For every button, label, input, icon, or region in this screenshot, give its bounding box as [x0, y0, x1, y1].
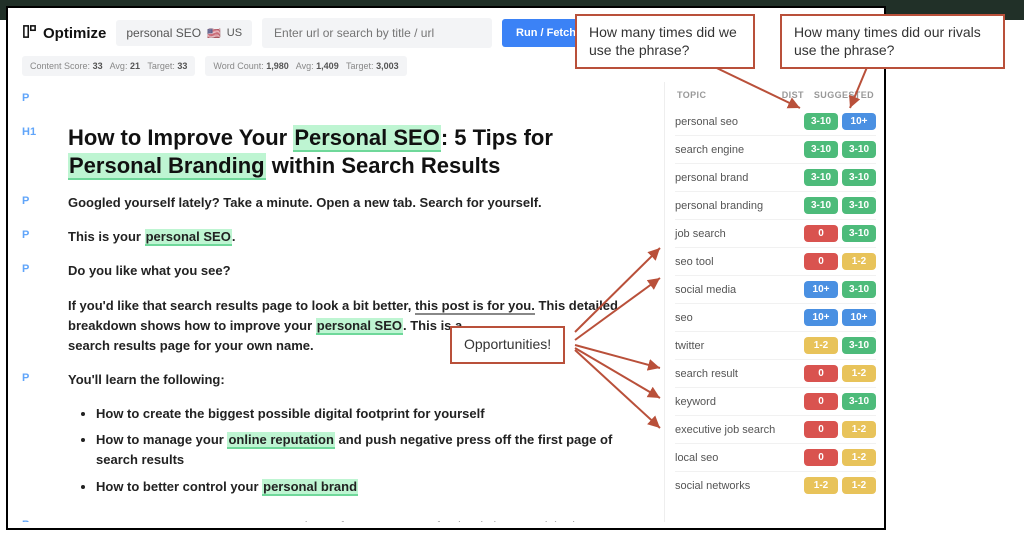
- suggested-pill: 10+: [842, 113, 876, 130]
- suggested-pill: 3-10: [842, 141, 876, 158]
- app-window: Optimize personal SEO 🇺🇸 US Run / Fetch …: [6, 6, 886, 530]
- topic-name: search engine: [675, 144, 800, 156]
- topic-row[interactable]: seo 10+10+: [675, 303, 876, 331]
- content-score-chip: Content Score: 33 Avg: 21 Target: 33: [22, 56, 195, 76]
- suggested-pill: 3-10: [842, 337, 876, 354]
- topic-name: keyword: [675, 396, 800, 408]
- stage: Optimize personal SEO 🇺🇸 US Run / Fetch …: [0, 0, 1024, 536]
- app-title-text: Optimize: [43, 25, 106, 42]
- topic-row[interactable]: social media 10+3-10: [675, 275, 876, 303]
- dist-pill: 0: [804, 365, 838, 382]
- dist-pill: 3-10: [804, 169, 838, 186]
- dist-pill: 0: [804, 421, 838, 438]
- topic-name: search result: [675, 368, 800, 380]
- list-item: How to manage your online reputation and…: [96, 430, 646, 470]
- suggested-pill: 1-2: [842, 253, 876, 270]
- main-area: P H1 How to Improve Your Personal SEO: 5…: [8, 82, 884, 522]
- empty-paragraph: P: [22, 90, 646, 110]
- topic-row[interactable]: keyword 03-10: [675, 387, 876, 415]
- locale-flag: 🇺🇸: [207, 27, 221, 40]
- suggested-pill: 1-2: [842, 449, 876, 466]
- dist-pill: 0: [804, 449, 838, 466]
- topic-name: executive job search: [675, 424, 800, 436]
- suggested-pill: 3-10: [842, 281, 876, 298]
- paragraph: Do you like what you see?: [68, 261, 231, 281]
- suggested-pill: 1-2: [842, 421, 876, 438]
- dist-pill: 0: [804, 253, 838, 270]
- heading-row: H1 How to Improve Your Personal SEO: 5 T…: [22, 124, 646, 179]
- dist-pill: 1-2: [804, 477, 838, 494]
- topic-name: personal branding: [675, 200, 800, 212]
- topic-name: social media: [675, 284, 800, 296]
- topic-row[interactable]: personal seo 3-1010+: [675, 108, 876, 135]
- suggested-pill: 1-2: [842, 477, 876, 494]
- suggested-pill: 1-2: [842, 365, 876, 382]
- word-count-chip: Word Count: 1,980 Avg: 1,409 Target: 3,0…: [205, 56, 406, 76]
- topic-row[interactable]: personal brand 3-103-10: [675, 163, 876, 191]
- col-topic: TOPIC: [677, 90, 706, 100]
- dist-pill: 1-2: [804, 337, 838, 354]
- paragraph: Googled yourself lately? Take a minute. …: [68, 193, 542, 213]
- dist-pill: 3-10: [804, 141, 838, 158]
- search-input[interactable]: [262, 18, 492, 48]
- topic-name: social networks: [675, 480, 800, 492]
- col-suggested: SUGGESTED: [814, 90, 874, 100]
- dist-pill: 0: [804, 225, 838, 242]
- app-title: Optimize: [22, 24, 106, 43]
- dist-pill: 3-10: [804, 197, 838, 214]
- paragraph: This is your personal SEO.: [68, 227, 235, 247]
- dist-pill: 10+: [804, 309, 838, 326]
- annotation-suggested: How many times did our rivals use the ph…: [780, 14, 1005, 69]
- topics-sidebar: TOPIC DIST SUGGESTED personal seo3-1010+…: [664, 82, 884, 522]
- topic-row[interactable]: local seo 01-2: [675, 443, 876, 471]
- annotation-opportunities: Opportunities!: [450, 326, 565, 364]
- content-editor[interactable]: P H1 How to Improve Your Personal SEO: 5…: [8, 82, 664, 522]
- annotation-dist: How many times did we use the phrase?: [575, 14, 755, 69]
- topic-name: twitter: [675, 340, 800, 352]
- dist-pill: 3-10: [804, 113, 838, 130]
- suggested-pill: 3-10: [842, 197, 876, 214]
- note-paragraph: Note: Got a common name? You're not alon…: [68, 517, 646, 522]
- topic-row[interactable]: twitter 1-23-10: [675, 331, 876, 359]
- topics-list: personal seo3-1010+search engine3-103-10…: [675, 108, 876, 499]
- suggested-pill: 3-10: [842, 393, 876, 410]
- paragraph: You'll learn the following:: [68, 370, 225, 390]
- list-item: How to better control your personal bran…: [96, 477, 646, 497]
- topic-row[interactable]: search engine 3-103-10: [675, 135, 876, 163]
- tag-p: P: [22, 90, 50, 104]
- layout-icon: [22, 24, 37, 43]
- dist-pill: 0: [804, 393, 838, 410]
- topic-name: seo: [675, 312, 800, 324]
- topics-header: TOPIC DIST SUGGESTED: [675, 86, 876, 108]
- suggested-pill: 10+: [842, 309, 876, 326]
- tag-h1: H1: [22, 124, 50, 138]
- topic-row[interactable]: search result 01-2: [675, 359, 876, 387]
- topic-row[interactable]: seo tool 01-2: [675, 247, 876, 275]
- suggested-pill: 3-10: [842, 225, 876, 242]
- list-item: How to create the biggest possible digit…: [96, 404, 646, 424]
- topic-row[interactable]: job search 03-10: [675, 219, 876, 247]
- topic-name: job search: [675, 228, 800, 240]
- topic-row[interactable]: personal branding 3-103-10: [675, 191, 876, 219]
- topic-name: seo tool: [675, 256, 800, 268]
- topic-row[interactable]: social networks 1-21-2: [675, 471, 876, 499]
- bullet-list: How to create the biggest possible digit…: [68, 404, 646, 503]
- locale-text: US: [227, 27, 242, 39]
- topic-name: local seo: [675, 452, 800, 464]
- dist-pill: 10+: [804, 281, 838, 298]
- page-title: How to Improve Your Personal SEO: 5 Tips…: [68, 124, 646, 179]
- keyword-text: personal SEO: [126, 26, 201, 40]
- topic-name: personal seo: [675, 116, 800, 128]
- topic-row[interactable]: executive job search 01-2: [675, 415, 876, 443]
- topic-name: personal brand: [675, 172, 800, 184]
- keyword-chip[interactable]: personal SEO 🇺🇸 US: [116, 20, 252, 46]
- col-dist: DIST: [782, 90, 804, 100]
- suggested-pill: 3-10: [842, 169, 876, 186]
